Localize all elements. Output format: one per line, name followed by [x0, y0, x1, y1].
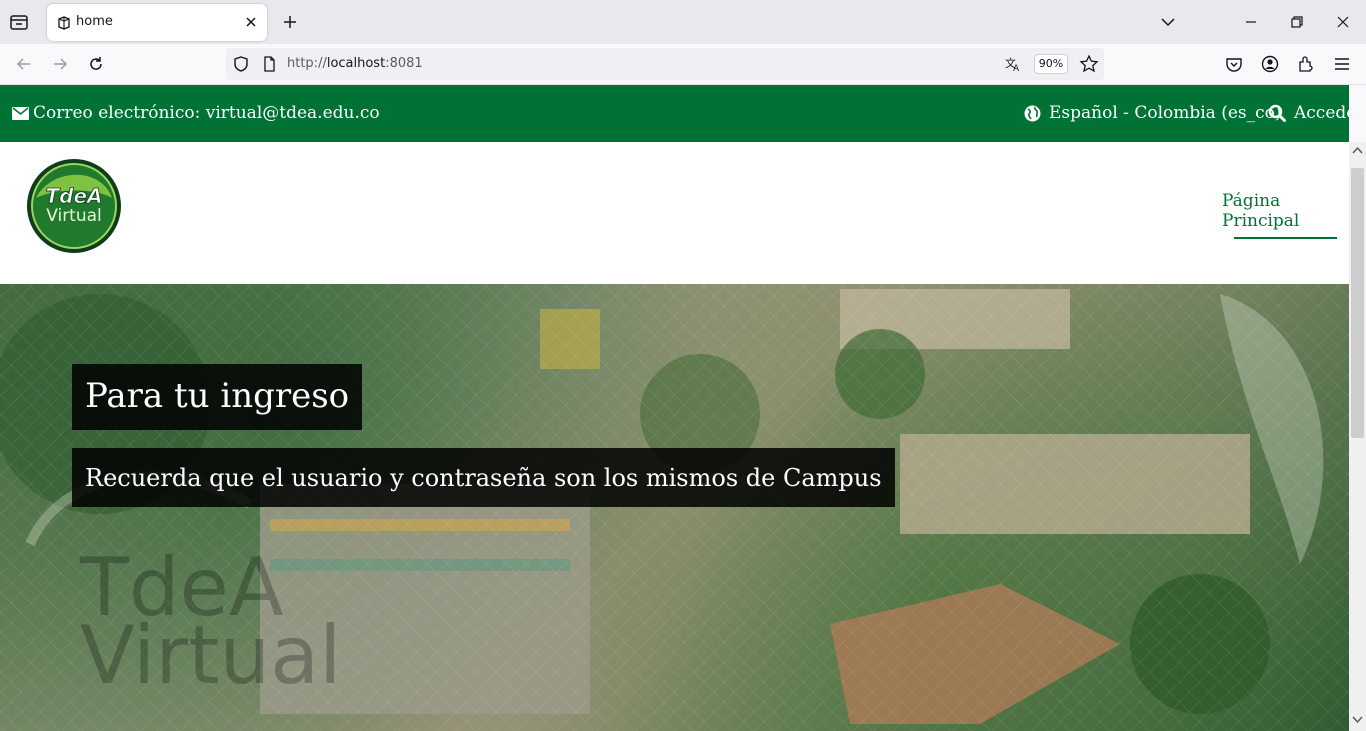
browser-tab-bar: home	[0, 0, 1366, 44]
tab-list-icon[interactable]	[8, 11, 30, 33]
forward-arrow-icon[interactable]	[50, 54, 70, 74]
watermark-line-2: Virtual	[80, 609, 342, 702]
envelope-icon	[12, 106, 29, 120]
bookmark-star-icon[interactable]	[1079, 54, 1099, 74]
address-bar[interactable]: http://localhost:8081 文 A 90%	[226, 48, 1104, 80]
search-icon	[1268, 104, 1286, 122]
page-info-icon[interactable]	[260, 55, 278, 73]
site-header: TdeA Virtual Página Principal	[0, 142, 1349, 284]
account-icon[interactable]	[1260, 54, 1280, 74]
scroll-down-arrow-icon[interactable]	[1352, 714, 1363, 725]
translate-icon[interactable]: 文 A	[1004, 55, 1022, 73]
login-label: Acceder	[1294, 103, 1349, 123]
site-favicon-icon	[58, 16, 70, 30]
new-tab-icon[interactable]	[280, 12, 300, 32]
extensions-icon[interactable]	[1296, 54, 1316, 74]
close-tab-icon[interactable]	[243, 14, 259, 30]
web-page: Correo electrónico: virtual@tdea.edu.co …	[0, 85, 1349, 731]
hero-subtitle: Recuerda que el usuario y contraseña son…	[72, 448, 895, 507]
url-text: http://localhost:8081	[287, 56, 423, 71]
contact-email-text: Correo electrónico: virtual@tdea.edu.co	[33, 103, 380, 123]
browser-nav-bar: http://localhost:8081 文 A 90%	[0, 44, 1366, 85]
browser-tab-home[interactable]: home	[47, 4, 267, 41]
language-selector[interactable]: Español - Colombia (es_co)	[1024, 103, 1282, 123]
login-link[interactable]: Acceder	[1268, 103, 1349, 123]
globe-icon	[1024, 105, 1041, 121]
back-arrow-icon[interactable]	[14, 54, 34, 74]
contact-email: Correo electrónico: virtual@tdea.edu.co	[12, 103, 380, 123]
page-scrollbar[interactable]	[1349, 142, 1366, 731]
list-all-tabs-icon[interactable]	[1158, 12, 1178, 32]
minimize-icon[interactable]	[1241, 12, 1261, 32]
tracking-shield-icon[interactable]	[232, 55, 250, 73]
svg-text:TdeA: TdeA	[45, 184, 102, 208]
reload-icon[interactable]	[86, 54, 106, 74]
scroll-up-arrow-icon[interactable]	[1352, 145, 1363, 156]
language-label: Español - Colombia (es_co)	[1049, 103, 1282, 123]
hero-watermark: TdeA Virtual	[80, 548, 342, 702]
nav-home-link[interactable]: Página Principal	[1222, 191, 1349, 239]
site-top-bar: Correo electrónico: virtual@tdea.edu.co …	[0, 85, 1349, 142]
close-window-icon[interactable]	[1333, 12, 1353, 32]
tdea-virtual-logo[interactable]: TdeA Virtual	[26, 158, 122, 254]
scrollbar-thumb[interactable]	[1351, 168, 1364, 438]
svg-text:Virtual: Virtual	[46, 206, 102, 226]
zoom-level-button[interactable]: 90%	[1034, 54, 1068, 74]
pocket-icon[interactable]	[1224, 54, 1244, 74]
restore-icon[interactable]	[1287, 12, 1307, 32]
tab-title: home	[76, 14, 113, 29]
hero-title: Para tu ingreso	[72, 364, 363, 430]
svg-text:A: A	[1013, 64, 1020, 73]
hero-banner: TdeA Virtual Para tu ingreso Recuerda qu…	[0, 284, 1349, 731]
hamburger-menu-icon[interactable]	[1332, 54, 1352, 74]
